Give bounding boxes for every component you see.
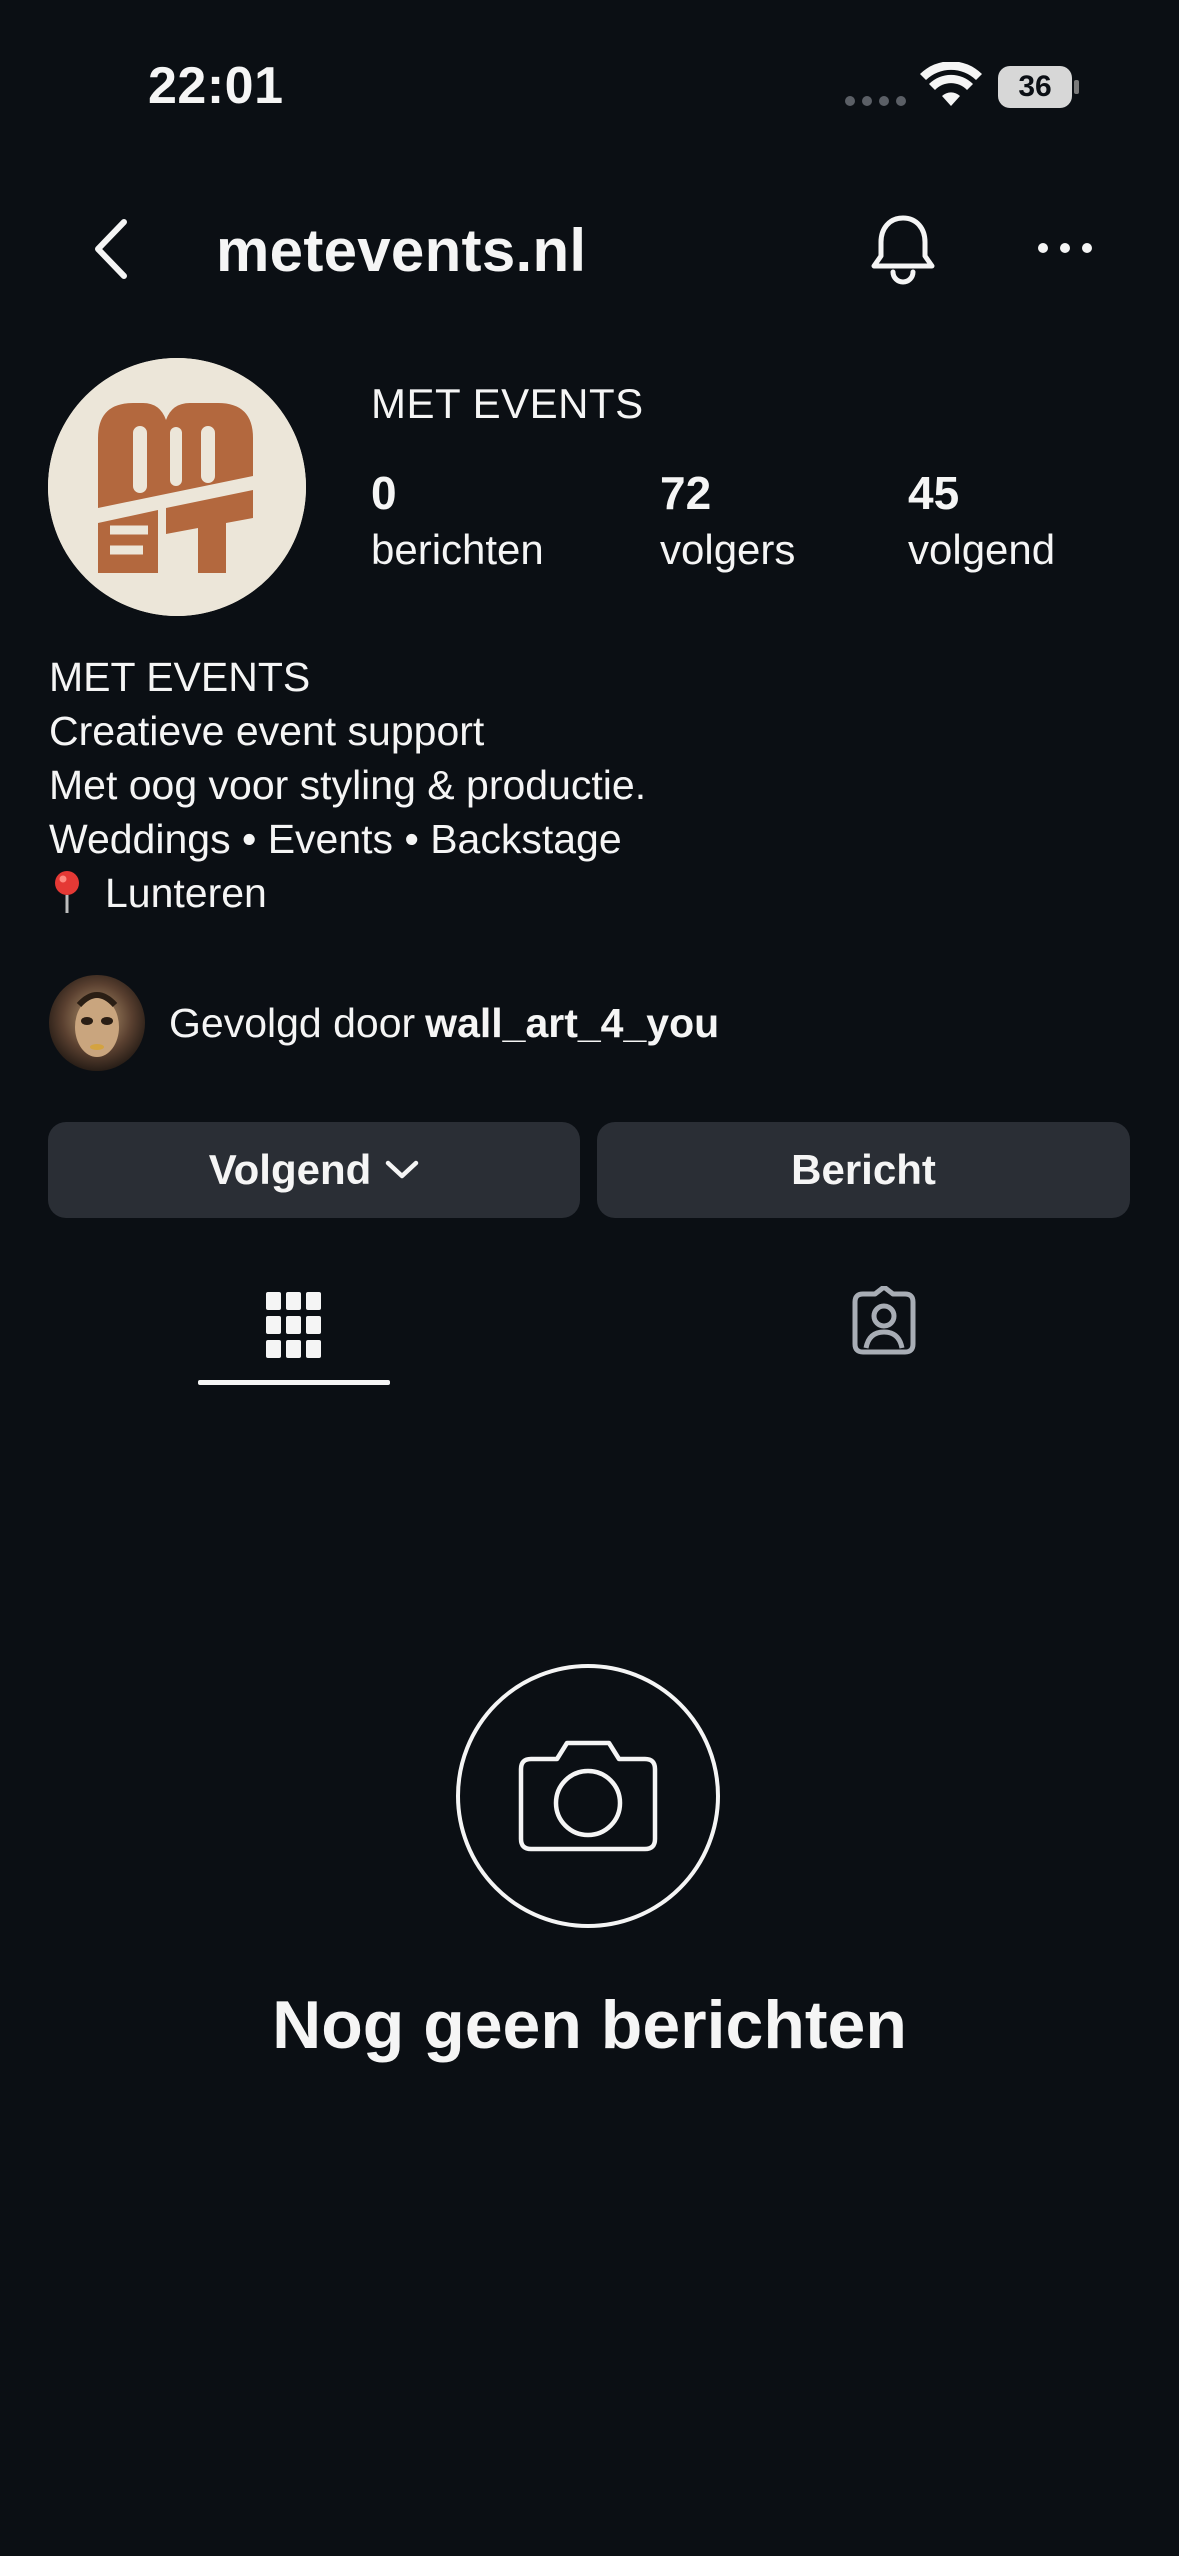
stat-following[interactable]: 45 volgend bbox=[908, 466, 1055, 574]
display-name: MET EVENTS bbox=[371, 380, 644, 427]
stat-posts[interactable]: 0 berichten bbox=[371, 466, 544, 574]
met-events-logo bbox=[48, 358, 306, 616]
stat-count: 0 bbox=[371, 467, 397, 519]
stat-label: volgend bbox=[908, 526, 1056, 573]
signal-dots-icon bbox=[845, 96, 906, 106]
profile-header: metevents.nl bbox=[0, 190, 1179, 310]
empty-camera-circle bbox=[456, 1664, 720, 1928]
chevron-down-icon bbox=[386, 1160, 419, 1179]
battery-level: 36 bbox=[1018, 70, 1052, 103]
battery-icon: 36 bbox=[998, 66, 1079, 108]
back-chevron-icon[interactable] bbox=[80, 214, 150, 284]
bio-line: Met oog voor styling & productie. bbox=[49, 762, 647, 808]
followed-by-name[interactable]: wall_art_4_you bbox=[425, 1000, 719, 1046]
stat-count: 72 bbox=[660, 467, 712, 519]
location-text: Lunteren bbox=[105, 870, 267, 916]
page-title: metevents.nl bbox=[216, 217, 587, 284]
message-button[interactable]: Bericht bbox=[597, 1122, 1130, 1218]
followed-by-prefix: Gevolgd door bbox=[169, 999, 416, 1046]
status-bar: 22:01 36 bbox=[0, 0, 1179, 180]
profile-screen: 22:01 36 metevents.nl MET EVENTS 0 beric… bbox=[0, 0, 1179, 2556]
profile-avatar[interactable] bbox=[48, 358, 306, 616]
following-button[interactable]: Volgend bbox=[48, 1122, 580, 1218]
profile-bio: MET EVENTS Creatieve event support Met o… bbox=[49, 650, 646, 920]
stat-label: volgers bbox=[660, 526, 796, 573]
follower-avatar-image bbox=[49, 975, 145, 1071]
stat-label: berichten bbox=[371, 526, 544, 573]
bell-icon[interactable] bbox=[868, 212, 938, 288]
bio-line: Creatieve event support bbox=[49, 708, 485, 754]
active-tab-indicator bbox=[198, 1380, 390, 1385]
tab-grid[interactable] bbox=[198, 1262, 390, 1388]
bio-location: Lunteren bbox=[49, 866, 646, 920]
followed-by[interactable]: Gevolgd door wall_art_4_you bbox=[49, 975, 719, 1071]
avatar[interactable] bbox=[49, 975, 145, 1071]
stat-count: 45 bbox=[908, 467, 960, 519]
bio-line: MET EVENTS bbox=[49, 654, 311, 700]
more-dots-icon[interactable] bbox=[1030, 218, 1100, 278]
empty-state-title: Nog geen berichten bbox=[272, 1987, 907, 2063]
tab-tagged[interactable] bbox=[788, 1262, 980, 1380]
stat-followers[interactable]: 72 volgers bbox=[660, 466, 795, 574]
pin-icon bbox=[55, 871, 79, 913]
following-label: Volgend bbox=[208, 1146, 372, 1193]
message-label: Bericht bbox=[791, 1146, 936, 1193]
grid-icon bbox=[266, 1292, 321, 1358]
bio-line: Weddings • Events • Backstage bbox=[49, 816, 622, 862]
wifi-icon bbox=[920, 62, 982, 106]
camera-icon bbox=[518, 1740, 658, 1852]
tagged-icon bbox=[852, 1286, 916, 1355]
followed-by-text: Gevolgd door wall_art_4_you bbox=[169, 1000, 719, 1047]
status-time: 22:01 bbox=[148, 57, 284, 115]
